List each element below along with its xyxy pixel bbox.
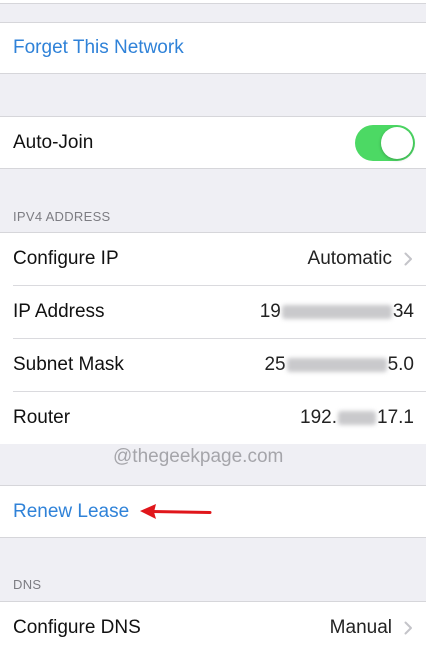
watermark: @thegeekpage.com xyxy=(113,446,284,467)
chevron-right-icon xyxy=(404,252,412,266)
router-row: Router 192. 17.1 xyxy=(0,392,426,444)
ip-address-value-end: 34 xyxy=(392,301,414,322)
chevron-right-icon xyxy=(404,621,412,635)
forget-network-button[interactable]: Forget This Network xyxy=(13,23,184,73)
renew-lease-button[interactable]: Renew Lease xyxy=(13,486,129,537)
redacted-blur xyxy=(338,410,377,425)
auto-join-toggle[interactable] xyxy=(355,125,415,161)
redacted-blur xyxy=(286,357,387,372)
configure-dns-row[interactable]: Configure DNS Manual xyxy=(0,602,426,654)
auto-join-label: Auto-Join xyxy=(13,132,94,153)
toggle-knob xyxy=(381,127,413,159)
configure-ip-value: Automatic xyxy=(307,248,392,269)
forget-network-cell[interactable]: Forget This Network xyxy=(0,22,426,74)
renew-lease-cell[interactable]: Renew Lease xyxy=(0,485,426,538)
ipv4-section-header: IPV4 ADDRESS xyxy=(13,209,111,224)
subnet-mask-value-end: 5.0 xyxy=(387,354,414,375)
dns-group: Configure DNS Manual xyxy=(0,601,426,661)
redacted-blur xyxy=(281,304,392,319)
dns-section-header: DNS xyxy=(13,577,42,592)
ipv4-group: Configure IP Automatic IP Address 19 34 S… xyxy=(0,232,426,444)
ip-address-value: 19 34 xyxy=(260,286,414,338)
ip-address-row: IP Address 19 34 xyxy=(0,286,426,338)
subnet-mask-value: 25 5.0 xyxy=(264,339,414,391)
configure-ip-row[interactable]: Configure IP Automatic xyxy=(0,233,426,285)
configure-dns-value: Manual xyxy=(329,617,392,638)
router-value-start: 192. xyxy=(300,407,338,428)
router-value-end: 17.1 xyxy=(377,407,414,428)
red-arrow-icon xyxy=(140,504,212,519)
configure-dns-label: Configure DNS xyxy=(13,617,141,638)
subnet-mask-row: Subnet Mask 25 5.0 xyxy=(0,339,426,391)
previous-cell-edge xyxy=(0,0,426,4)
configure-ip-label: Configure IP xyxy=(13,248,119,269)
ip-address-label: IP Address xyxy=(13,301,105,322)
subnet-mask-label: Subnet Mask xyxy=(13,354,124,375)
auto-join-cell: Auto-Join xyxy=(0,116,426,169)
router-value: 192. 17.1 xyxy=(300,392,414,444)
ip-address-value-start: 19 xyxy=(259,301,281,322)
subnet-mask-value-start: 25 xyxy=(264,354,286,375)
router-label: Router xyxy=(13,407,71,428)
